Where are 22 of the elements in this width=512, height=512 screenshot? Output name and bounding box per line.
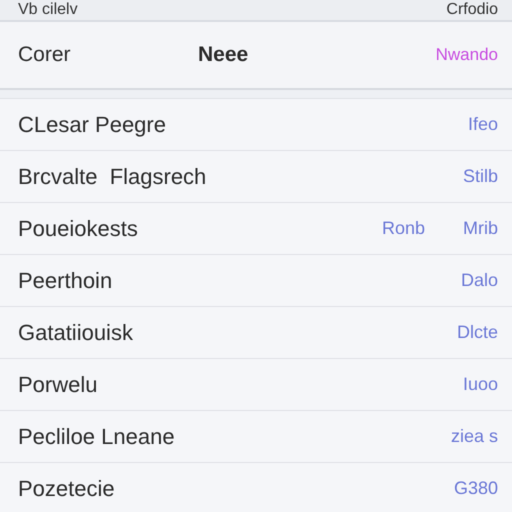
row-value: G380 <box>454 478 498 499</box>
row-value: Dlcte <box>456 322 498 343</box>
row-label: Poueiokests <box>18 216 139 242</box>
column-heading: Corer <box>18 43 72 67</box>
row-value: Iuoo <box>462 374 498 395</box>
row-value: ziea s <box>450 426 498 447</box>
row-label: Peerthoin <box>18 268 114 294</box>
status-text: Vb cilelv <box>18 2 78 18</box>
row-label: Porwelu <box>18 372 98 398</box>
row-label: Pozetecie <box>18 476 116 502</box>
row-value: Stilb <box>462 166 498 187</box>
row-label: CLesar Peegre <box>18 112 167 138</box>
row-detail: Ronb <box>382 218 425 239</box>
row-label: Gatatiiouisk <box>18 320 134 346</box>
column-heading: Neee <box>198 43 250 67</box>
row-value: Dalo <box>460 270 498 291</box>
row-value: Mrib <box>463 218 498 239</box>
header-link[interactable]: Nwando <box>436 45 498 65</box>
row-label: Pecliloe Lneane <box>18 424 176 450</box>
row-label: Brcvalte Flagsrech <box>18 164 208 190</box>
row-value: Ifeo <box>468 114 498 135</box>
status-text: Crfodio <box>446 2 498 18</box>
